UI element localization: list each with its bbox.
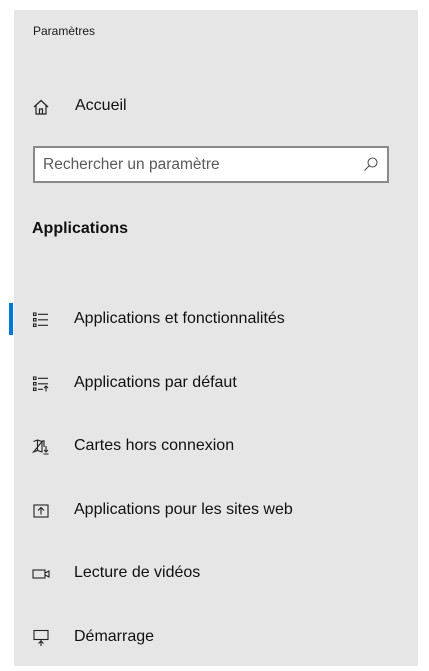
nav-item-apps-for-websites[interactable]: Applications pour les sites web — [14, 481, 418, 545]
settings-sidebar: Paramètres Accueil Applications — [14, 10, 418, 666]
nav-item-label: Cartes hors connexion — [74, 437, 234, 455]
nav-item-video-playback[interactable]: Lecture de vidéos — [14, 544, 418, 608]
search-icon[interactable] — [363, 156, 379, 172]
nav-item-default-apps[interactable]: Applications par défaut — [14, 354, 418, 418]
nav-item-startup[interactable]: Démarrage — [14, 608, 418, 671]
search-input[interactable] — [43, 148, 343, 181]
nav-item-apps-features[interactable]: Applications et fonctionnalités — [14, 290, 418, 354]
apps-features-icon — [32, 311, 50, 329]
video-playback-icon — [32, 565, 50, 583]
nav-item-label: Applications et fonctionnalités — [74, 310, 285, 328]
window-title: Paramètres — [33, 24, 95, 38]
nav-item-offline-maps[interactable]: Cartes hors connexion — [14, 417, 418, 481]
offline-maps-icon — [32, 438, 50, 456]
selection-indicator — [9, 303, 13, 335]
home-nav-item[interactable]: Accueil — [14, 86, 418, 130]
home-label: Accueil — [75, 97, 127, 115]
home-icon — [32, 98, 50, 116]
nav-item-label: Démarrage — [74, 628, 154, 646]
apps-for-websites-icon — [32, 502, 50, 520]
nav-item-label: Applications pour les sites web — [74, 501, 293, 519]
section-title: Applications — [32, 220, 128, 238]
nav-item-label: Applications par défaut — [74, 374, 237, 392]
search-box[interactable] — [33, 146, 389, 183]
nav-item-label: Lecture de vidéos — [74, 564, 200, 582]
nav-list: Applications et fonctionnalités Applicat… — [14, 290, 418, 671]
default-apps-icon — [32, 375, 50, 393]
startup-icon — [32, 629, 50, 647]
